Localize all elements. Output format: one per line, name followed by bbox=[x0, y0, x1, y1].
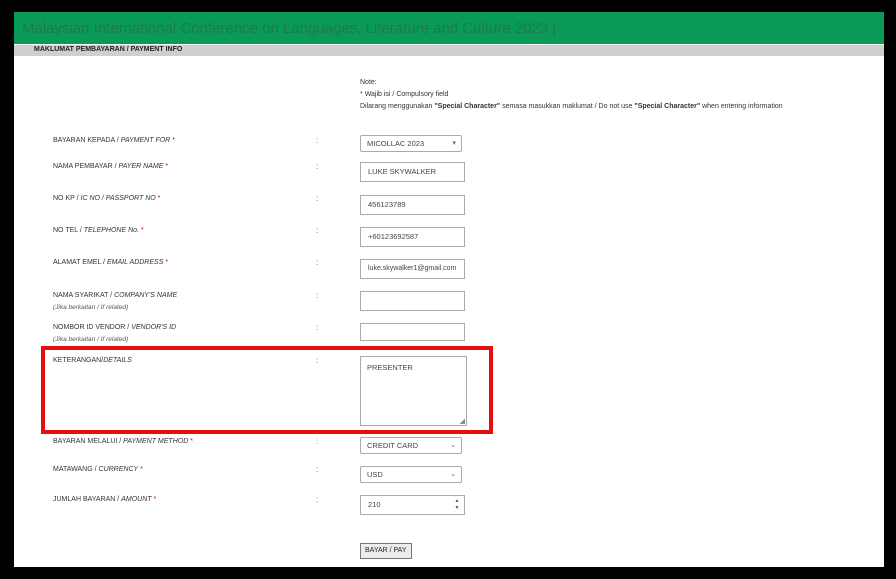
payment-for-select[interactable]: MICOLLAC 2023 ▾ bbox=[360, 135, 462, 152]
chevron-down-icon: ⌄ bbox=[450, 442, 456, 449]
ic-passport-label: NO KP / IC NO / PASSPORT NO * bbox=[53, 195, 160, 202]
payer-name-label: NAMA PEMBAYAR / PAYER NAME * bbox=[53, 163, 168, 170]
company-label: NAMA SYARIKAT / COMPANY'S NAME bbox=[53, 292, 177, 299]
required-marker: * bbox=[140, 227, 144, 234]
label-en: VENDOR'S ID bbox=[131, 324, 177, 331]
amount-input[interactable]: 210 ▲ ▼ bbox=[360, 495, 465, 515]
note-text: when entering information bbox=[702, 103, 783, 110]
colon: : bbox=[316, 136, 319, 145]
currency-label: MATAWANG / CURRENCY * bbox=[53, 466, 143, 473]
pay-button[interactable]: BAYAR / PAY bbox=[360, 543, 412, 559]
vendor-id-label: NOMBOR ID VENDOR / VENDOR'S ID bbox=[53, 324, 176, 331]
note-required: * Wajib isi / Compulsory field bbox=[360, 89, 783, 101]
chevron-down-icon: ▾ bbox=[452, 140, 456, 147]
label-ms: ALAMAT EMEL / bbox=[53, 259, 105, 266]
highlight-box bbox=[41, 346, 493, 434]
note-text: semasa masukkan maklumat / Do not use bbox=[502, 103, 633, 110]
required-text: Wajib isi / Compulsory field bbox=[364, 91, 449, 98]
ic-passport-input[interactable]: 456123789 bbox=[360, 195, 465, 215]
payment-for-label: BAYARAN KEPADA / PAYMENT FOR * bbox=[53, 137, 175, 144]
note-emphasis: "Special Character" bbox=[634, 103, 701, 110]
telephone-label: NO TEL / TELEPHONE No. * bbox=[53, 227, 144, 234]
note-emphasis: "Special Character" bbox=[434, 103, 501, 110]
label-en: IC NO / PASSPORT NO bbox=[80, 195, 156, 202]
label-ms: BAYARAN MELALUI / bbox=[53, 438, 122, 445]
label-en: COMPANY'S NAME bbox=[114, 292, 178, 299]
header-banner: Malaysian International Conference on La… bbox=[14, 12, 884, 44]
required-marker: * bbox=[153, 496, 157, 503]
label-en: TELEPHONE No. bbox=[83, 227, 139, 234]
required-marker: * bbox=[140, 466, 143, 473]
section-header: MAKLUMAT PEMBAYARAN / PAYMENT INFO bbox=[14, 45, 884, 56]
colon: : bbox=[316, 162, 319, 171]
label-en: PAYMENT METHOD bbox=[123, 438, 189, 445]
colon: : bbox=[316, 194, 319, 203]
required-marker: * bbox=[190, 438, 193, 445]
required-marker: * bbox=[172, 137, 175, 144]
vendor-id-input[interactable] bbox=[360, 323, 465, 341]
select-value: MICOLLAC 2023 bbox=[367, 139, 425, 148]
required-marker: * bbox=[360, 91, 363, 98]
colon: : bbox=[316, 495, 319, 504]
required-marker: * bbox=[157, 195, 161, 202]
colon: : bbox=[316, 258, 319, 267]
amount-label: JUMLAH BAYARAN / AMOUNT * bbox=[53, 496, 156, 503]
vendor-id-hint: (Jika berkaitan / If related) bbox=[53, 336, 129, 343]
label-en: AMOUNT bbox=[121, 496, 152, 503]
label-ms: BAYARAN KEPADA / bbox=[53, 137, 119, 144]
payer-name-input[interactable]: LUKE SKYWALKER bbox=[360, 162, 465, 182]
label-ms: NAMA SYARIKAT / bbox=[53, 292, 113, 299]
currency-select[interactable]: USD ⌄ bbox=[360, 466, 462, 483]
select-value: CREDIT CARD bbox=[367, 441, 419, 450]
colon: : bbox=[316, 323, 319, 332]
label-ms: NAMA PEMBAYAR / bbox=[53, 163, 117, 170]
company-hint: (Jika berkaitan / If related) bbox=[53, 304, 129, 311]
label-en: EMAIL ADDRESS bbox=[106, 259, 164, 266]
payment-method-select[interactable]: CREDIT CARD ⌄ bbox=[360, 437, 462, 454]
required-marker: * bbox=[165, 163, 169, 170]
telephone-input[interactable]: +60123692587 bbox=[360, 227, 465, 247]
select-value: USD bbox=[367, 470, 383, 479]
required-marker: * bbox=[165, 259, 169, 266]
chevron-down-icon: ⌄ bbox=[450, 471, 456, 478]
email-label: ALAMAT EMEL / EMAIL ADDRESS * bbox=[53, 259, 168, 266]
note-heading: Note: bbox=[360, 79, 377, 86]
payment-method-label: BAYARAN MELALUI / PAYMENT METHOD * bbox=[53, 438, 193, 445]
label-ms: MATAWANG / bbox=[53, 466, 97, 473]
label-ms: NO KP / bbox=[53, 195, 79, 202]
label-en: CURRENCY bbox=[98, 466, 139, 473]
colon: : bbox=[316, 291, 319, 300]
label-en: PAYER NAME bbox=[118, 163, 164, 170]
colon: : bbox=[316, 437, 319, 446]
colon: : bbox=[316, 465, 319, 474]
form-notes: Note: * Wajib isi / Compulsory field Dil… bbox=[360, 77, 783, 113]
label-ms: NOMBOR ID VENDOR / bbox=[53, 324, 130, 331]
label-ms: JUMLAH BAYARAN / bbox=[53, 496, 120, 503]
note-text: Dilarang menggunakan bbox=[360, 103, 433, 110]
label-ms: NO TEL / bbox=[53, 227, 82, 234]
input-value: 210 bbox=[368, 500, 381, 509]
spinner-icon[interactable]: ▲ ▼ bbox=[453, 498, 461, 512]
section-title: MAKLUMAT PEMBAYARAN / PAYMENT INFO bbox=[34, 46, 183, 53]
company-input[interactable] bbox=[360, 291, 465, 311]
conference-title: Malaysian International Conference on La… bbox=[22, 20, 557, 37]
note-special-characters: Dilarang menggunakan "Special Character"… bbox=[360, 101, 783, 113]
colon: : bbox=[316, 226, 319, 235]
label-en: PAYMENT FOR bbox=[120, 137, 171, 144]
email-input[interactable]: luke.skywalker1@gmail.com bbox=[360, 259, 465, 279]
browser-page: Malaysian International Conference on La… bbox=[14, 12, 884, 567]
